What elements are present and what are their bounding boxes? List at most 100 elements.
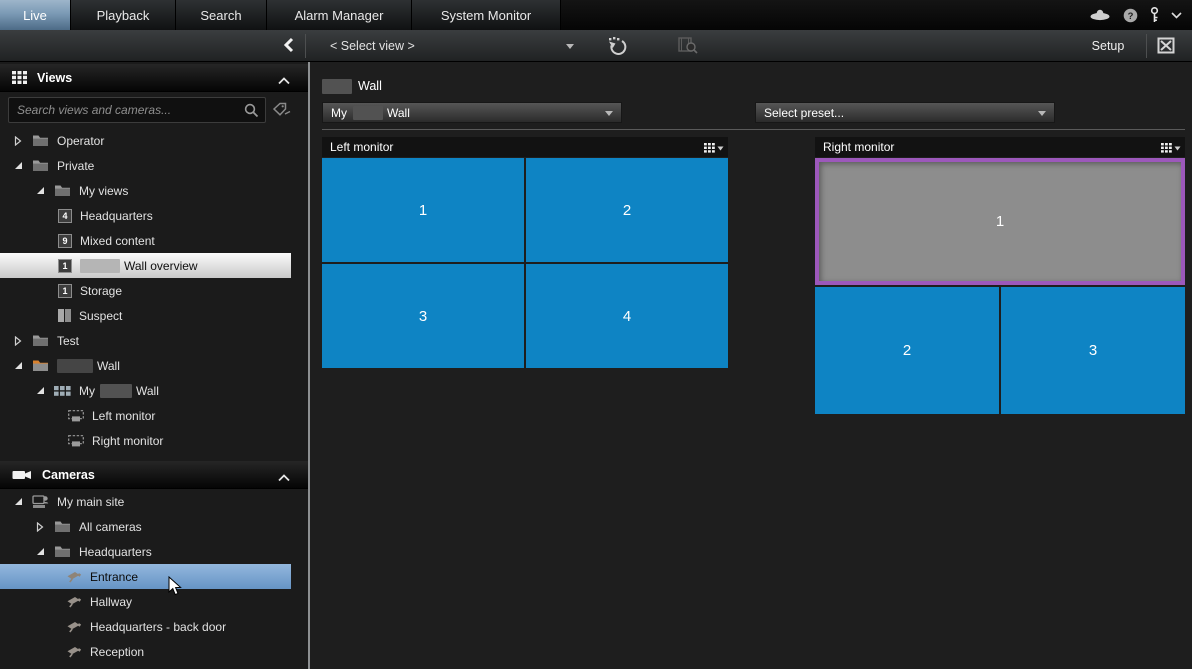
tree-item-my-wall[interactable]: My Wall — [0, 378, 300, 403]
wall-tile[interactable]: 2 — [526, 158, 728, 262]
views-grid-icon — [12, 71, 27, 84]
right-monitor-panel: Right monitor 1 2 3 — [815, 137, 1185, 414]
tree-item-label: Private — [57, 159, 94, 173]
expand-expanded-icon[interactable] — [36, 386, 48, 395]
views-search-box[interactable] — [8, 97, 266, 123]
chevron-down-icon — [605, 111, 613, 116]
select-view-dropdown[interactable]: < Select view > — [318, 30, 580, 62]
mouse-cursor — [168, 576, 183, 602]
left-monitor-header: Left monitor — [322, 137, 728, 157]
tree-item-label: Wall — [136, 384, 159, 398]
tree-item-operator[interactable]: Operator — [0, 128, 300, 153]
tree-item-all-cameras[interactable]: All cameras — [0, 514, 300, 539]
wall-tile-selected[interactable]: 1 — [815, 158, 1185, 285]
tree-item-label: Suspect — [79, 309, 122, 323]
tree-item-my-views[interactable]: My views — [0, 178, 300, 203]
wall-workspace: Wall My Wall Select preset... Left monit… — [310, 62, 1192, 669]
expand-expanded-icon[interactable] — [14, 361, 26, 370]
folder-icon — [54, 545, 71, 558]
select-view-label: < Select view > — [330, 39, 415, 53]
views-search-row — [0, 92, 308, 128]
wall-select-prefix: My — [331, 106, 347, 120]
tree-item-label: Wall overview — [124, 259, 198, 273]
wall-tile[interactable]: 2 — [815, 287, 999, 414]
help-icon[interactable]: ? — [1123, 8, 1138, 23]
layout-grid-icon[interactable] — [1161, 142, 1181, 156]
login-key-icon[interactable] — [1150, 7, 1159, 23]
views-search-input[interactable] — [17, 98, 237, 122]
tag-filter-icon[interactable] — [272, 102, 292, 118]
tree-item-headquarters-folder[interactable]: Headquarters — [0, 539, 300, 564]
toolbar-divider — [1146, 34, 1147, 58]
chevron-down-icon[interactable] — [1171, 12, 1182, 19]
float-window-icon[interactable] — [1157, 37, 1175, 59]
smart-client-window: Live Playback Search Alarm Manager Syste… — [0, 0, 1192, 669]
expand-expanded-icon[interactable] — [14, 161, 26, 170]
wall-tile[interactable]: 1 — [322, 158, 524, 262]
view-item-headquarters[interactable]: 4 Headquarters — [0, 203, 300, 228]
collapse-sidebar-icon[interactable] — [283, 37, 294, 58]
wall-select-dropdown[interactable]: My Wall — [322, 102, 622, 123]
tab-alarm-manager[interactable]: Alarm Manager — [267, 0, 412, 30]
wall-tile[interactable]: 3 — [322, 264, 524, 368]
cloud-status-icon[interactable] — [1089, 9, 1111, 21]
titlebar-icon-group: ? — [1089, 0, 1182, 30]
views-panel-title: Views — [37, 71, 72, 85]
tab-system-monitor[interactable]: System Monitor — [412, 0, 561, 30]
folder-orange-icon — [32, 359, 49, 372]
tab-live[interactable]: Live — [0, 0, 71, 30]
camera-item-hallway[interactable]: Hallway — [0, 589, 300, 614]
expand-collapsed-icon[interactable] — [14, 136, 26, 146]
expand-collapsed-icon[interactable] — [14, 336, 26, 346]
monitor-icon — [68, 410, 84, 422]
cameras-panel-title: Cameras — [42, 468, 95, 482]
view-item-mixed-content[interactable]: 9 Mixed content — [0, 228, 300, 253]
camera-icon — [66, 620, 82, 633]
view-count-badge: 4 — [58, 209, 72, 223]
tab-search[interactable]: Search — [176, 0, 267, 30]
layout-grid-icon[interactable] — [704, 142, 724, 156]
camera-item-reception[interactable]: Reception — [0, 639, 300, 664]
evidence-search-icon[interactable] — [678, 37, 698, 59]
wall-tile[interactable]: 3 — [1001, 287, 1185, 414]
tree-item-private[interactable]: Private — [0, 153, 300, 178]
redacted-text — [80, 259, 120, 273]
expand-expanded-icon[interactable] — [36, 186, 48, 195]
expand-expanded-icon[interactable] — [14, 497, 26, 506]
chevron-down-icon — [566, 44, 574, 49]
view-item-storage[interactable]: 1 Storage — [0, 278, 300, 303]
tree-item-label: All cameras — [79, 520, 142, 534]
tab-playback[interactable]: Playback — [71, 0, 176, 30]
folder-icon — [32, 159, 49, 172]
expand-expanded-icon[interactable] — [36, 547, 48, 556]
preset-select-dropdown[interactable]: Select preset... — [755, 102, 1055, 123]
redacted-text — [57, 359, 93, 373]
expand-collapsed-icon[interactable] — [36, 522, 48, 532]
wall-title: Wall — [322, 78, 382, 94]
folder-icon — [32, 334, 49, 347]
tree-item-label: My main site — [57, 495, 124, 509]
folder-icon — [54, 520, 71, 533]
camera-item-entrance[interactable]: Entrance — [0, 564, 291, 589]
setup-button[interactable]: Setup — [1078, 30, 1138, 62]
tree-item-left-monitor[interactable]: Left monitor — [0, 403, 300, 428]
cameras-panel-header[interactable]: Cameras — [0, 461, 308, 489]
chevron-down-icon — [1038, 111, 1046, 116]
tree-item-label: Right monitor — [92, 434, 163, 448]
left-monitor-tiles: 1 2 3 4 — [322, 158, 728, 368]
tree-item-label: Storage — [80, 284, 122, 298]
view-item-suspect[interactable]: Suspect — [0, 303, 300, 328]
sidebar: Views Operator Private — [0, 62, 308, 669]
shortcut-reload-icon[interactable] — [606, 36, 628, 60]
camera-item-hq-back-door[interactable]: Headquarters - back door — [0, 614, 300, 639]
tree-item-my-main-site[interactable]: My main site — [0, 489, 300, 514]
chevron-up-icon — [278, 74, 290, 88]
tree-item-test[interactable]: Test — [0, 328, 300, 353]
views-panel-header[interactable]: Views — [0, 64, 308, 92]
tree-item-label: Operator — [57, 134, 104, 148]
tree-item-right-monitor[interactable]: Right monitor — [0, 428, 300, 453]
site-icon — [32, 495, 49, 509]
view-item-wall-overview[interactable]: 1 Wall overview — [0, 253, 291, 278]
wall-tile[interactable]: 4 — [526, 264, 728, 368]
tree-item-wall-folder[interactable]: Wall — [0, 353, 300, 378]
